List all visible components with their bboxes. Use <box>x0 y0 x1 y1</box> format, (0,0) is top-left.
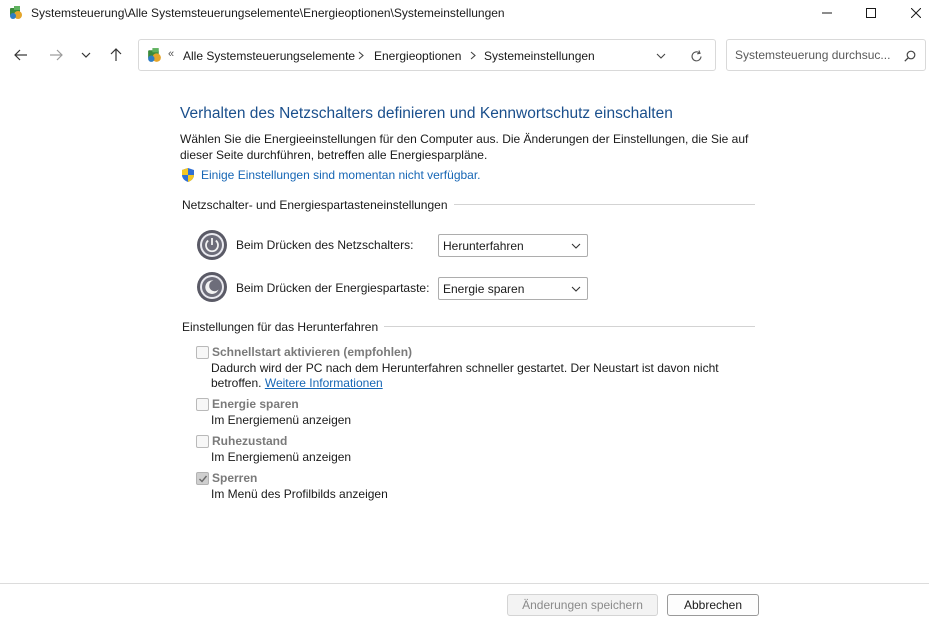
breadcrumb-overflow[interactable]: « <box>168 48 174 60</box>
control-panel-icon <box>10 6 22 19</box>
search-icon[interactable] <box>902 48 918 64</box>
search-input[interactable] <box>735 47 893 63</box>
page-title: Verhalten des Netzschalters definieren u… <box>180 105 673 122</box>
chevron-down-icon <box>570 240 582 252</box>
save-changes-button[interactable]: Änderungen speichern <box>507 594 658 616</box>
sleep-menu-checkbox[interactable] <box>196 398 209 411</box>
fast-startup-title[interactable]: Schnellstart aktivieren (empfohlen) <box>212 345 412 359</box>
address-dropdown-button[interactable] <box>653 48 669 64</box>
sleep-button-label: Beim Drücken der Energiespartaste: <box>236 281 430 295</box>
footer-divider <box>0 583 929 584</box>
search-box[interactable] <box>726 39 926 71</box>
cancel-button[interactable]: Abbrechen <box>667 594 759 616</box>
sleep-menu-description: Im Energiemenü anzeigen <box>211 413 352 427</box>
title-bar: Systemsteuerung\Alle Systemsteuerungsele… <box>0 0 929 26</box>
chevron-right-icon[interactable] <box>356 48 366 62</box>
chevron-right-icon[interactable] <box>468 48 478 62</box>
select-value: Herunterfahren <box>443 239 524 253</box>
power-button-label: Beim Drücken des Netzschalters: <box>236 238 414 252</box>
power-button-action-select[interactable]: Herunterfahren <box>438 234 588 257</box>
chevron-down-icon <box>81 52 91 58</box>
chevron-down-icon <box>656 53 666 59</box>
close-button[interactable] <box>893 0 929 26</box>
navigation-bar: « Alle Systemsteuerungselemente Energieo… <box>0 33 929 77</box>
lock-description: Im Menü des Profilbilds anzeigen <box>211 487 388 501</box>
arrow-left-icon <box>14 49 27 61</box>
control-panel-icon <box>148 48 161 62</box>
arrow-up-icon <box>110 48 122 61</box>
sleep-button-icon <box>197 272 227 302</box>
content-area: Verhalten des Netzschalters definieren u… <box>0 77 929 583</box>
select-value: Energie sparen <box>443 282 525 296</box>
close-icon <box>911 8 921 18</box>
hibernate-description: Im Energiemenü anzeigen <box>211 450 352 464</box>
window-title: Systemsteuerung\Alle Systemsteuerungsele… <box>31 6 505 20</box>
back-button[interactable] <box>9 43 33 67</box>
up-button[interactable] <box>104 43 128 67</box>
more-info-link[interactable]: Weitere Informationen <box>265 376 383 390</box>
maximize-icon <box>866 8 876 18</box>
unavailable-settings-link[interactable]: Einige Einstellungen sind momentan nicht… <box>201 168 481 182</box>
recent-locations-button[interactable] <box>76 43 96 67</box>
maximize-button[interactable] <box>848 0 894 26</box>
minimize-icon <box>822 12 832 14</box>
fast-startup-checkbox[interactable] <box>196 346 209 359</box>
breadcrumb-system-settings[interactable]: Systemeinstellungen <box>484 49 595 63</box>
sleep-menu-title[interactable]: Energie sparen <box>212 397 299 411</box>
shutdown-group-heading: Einstellungen für das Herunterfahren <box>182 320 385 334</box>
power-button-icon <box>197 230 227 260</box>
breadcrumb-all-items[interactable]: Alle Systemsteuerungselemente <box>183 49 355 63</box>
breadcrumb-power-options[interactable]: Energieoptionen <box>374 49 461 63</box>
chevron-down-icon <box>570 283 582 295</box>
arrow-right-icon <box>50 49 63 61</box>
fast-startup-description: Dadurch wird der PC nach dem Herunterfah… <box>211 361 741 391</box>
lock-title[interactable]: Sperren <box>212 471 257 485</box>
power-buttons-group-heading: Netzschalter- und Energiespartasteneinst… <box>182 198 454 212</box>
uac-shield-icon <box>182 168 194 182</box>
minimize-button[interactable] <box>804 0 850 26</box>
hibernate-checkbox[interactable] <box>196 435 209 448</box>
page-description: Wählen Sie die Energieeinstellungen für … <box>180 132 749 162</box>
hibernate-title[interactable]: Ruhezustand <box>212 434 287 448</box>
address-bar[interactable]: « Alle Systemsteuerungselemente Energieo… <box>138 39 716 71</box>
sleep-button-action-select[interactable]: Energie sparen <box>438 277 588 300</box>
refresh-button[interactable] <box>688 48 704 64</box>
refresh-icon <box>690 49 702 61</box>
lock-checkbox[interactable] <box>196 472 209 485</box>
forward-button[interactable] <box>44 43 68 67</box>
checkmark-icon <box>199 475 208 483</box>
